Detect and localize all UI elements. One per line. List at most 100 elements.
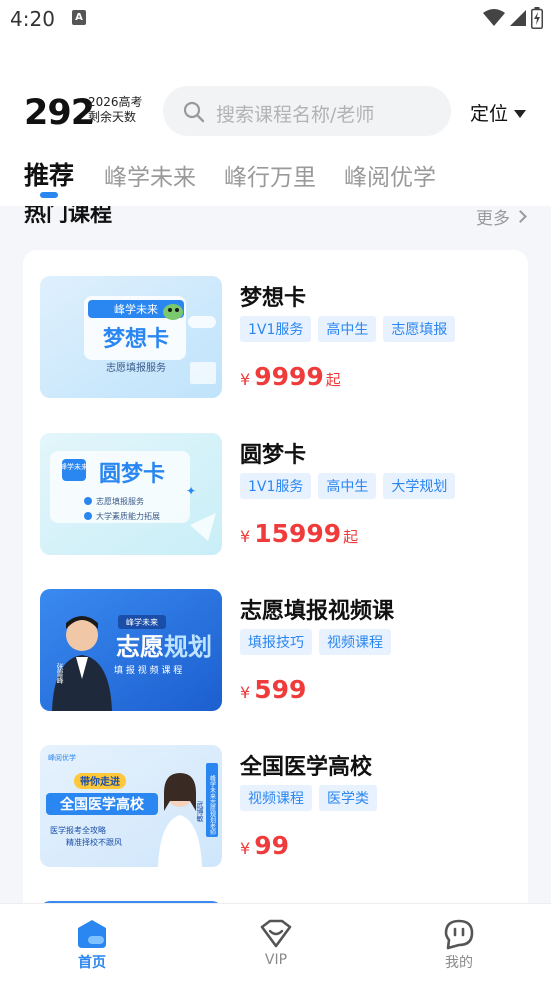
status-bar: 4:20 A	[0, 0, 551, 38]
fulfill-card-thumbnail: 峰学未来 圆梦卡 志愿填报服务 大学素质能力拓展 ✦	[40, 433, 222, 555]
thumb-sub: 志愿填报服务	[106, 361, 166, 374]
caret-down-icon	[514, 109, 527, 118]
course-tags: 1V1服务 高中生 志愿填报	[240, 316, 456, 342]
nav-profile[interactable]: 我的	[419, 918, 499, 972]
nav-label: 我的	[445, 955, 473, 971]
course-item-dream-card[interactable]: 峰学未来 梦想卡 志愿填报服务 梦想卡 1V1服务 高中生 志愿填报 ¥ 999…	[40, 276, 510, 398]
signal-icon	[510, 10, 526, 26]
thumb-headline: 梦想卡	[103, 326, 169, 352]
thumb-headline: 圆梦卡	[99, 461, 165, 487]
status-time: 4:20	[10, 7, 55, 31]
course-tag: 1V1服务	[240, 316, 312, 342]
thumb-headline: 全国医学高校	[59, 796, 145, 813]
category-tabs: 推荐 峰学未来 峰行万里 峰阅优学	[0, 152, 551, 204]
course-tag: 视频课程	[240, 785, 312, 811]
currency-symbol: ¥	[240, 527, 251, 546]
course-tags: 填报技巧 视频课程	[240, 629, 391, 655]
tab-recommend[interactable]: 推荐	[24, 156, 74, 192]
currency-symbol: ¥	[240, 683, 251, 702]
nav-label: 首页	[78, 955, 106, 971]
chevron-right-icon	[514, 210, 527, 223]
exam-countdown-days: 292	[24, 93, 95, 133]
dream-card-thumbnail: 峰学未来 梦想卡 志愿填报服务	[40, 276, 222, 398]
wifi-icon	[483, 9, 505, 26]
currency-symbol: ¥	[240, 839, 251, 858]
tab-fengyue-youxue[interactable]: 峰阅优学	[344, 158, 436, 192]
nav-label: VIP	[264, 952, 288, 968]
notification-icon: A	[72, 10, 86, 25]
nav-vip[interactable]: VIP	[236, 918, 316, 968]
thumb-brand: 峰学未来	[114, 302, 158, 316]
location-label: 定位	[470, 103, 509, 125]
svg-text:✦: ✦	[186, 484, 196, 498]
section-title: 热门课程	[24, 206, 113, 227]
course-tag: 填报技巧	[240, 629, 312, 655]
course-tag: 志愿填报	[383, 316, 456, 342]
course-tag: 高中生	[318, 473, 377, 499]
course-tags: 1V1服务 高中生 大学规划	[240, 473, 456, 499]
content-area[interactable]: 热门课程 更多 峰学未来 梦想卡 志愿填报服务 梦想卡 1V1服务 高中生 志愿…	[0, 206, 551, 903]
course-tag: 高中生	[318, 316, 377, 342]
course-thumbnail: 峰学未来 圆梦卡 志愿填报服务 大学素质能力拓展 ✦	[40, 433, 222, 555]
application-video-thumbnail: 张雷峰 峰学未来 志愿 规划 填 报 视 频 课 程	[40, 589, 222, 711]
course-tag: 大学规划	[383, 473, 456, 499]
thumb-headline-a: 志愿	[116, 633, 164, 661]
course-item-fulfill-card[interactable]: 峰学未来 圆梦卡 志愿填报服务 大学素质能力拓展 ✦ 圆梦卡 1V1服务 高中生…	[40, 433, 510, 555]
home-icon	[78, 920, 106, 948]
nav-home[interactable]: 首页	[52, 918, 132, 972]
thumb-brand: 峰学未来	[126, 617, 158, 627]
course-price: ¥ 599	[240, 675, 306, 704]
price-amount: 99	[254, 831, 289, 860]
course-price: ¥ 99	[240, 831, 289, 860]
course-item-application-video[interactable]: 张雷峰 峰学未来 志愿 规划 填 报 视 频 课 程 志愿填报视频课 填报技巧 …	[40, 589, 510, 711]
location-button[interactable]: 定位	[470, 99, 527, 126]
currency-symbol: ¥	[240, 370, 251, 389]
medical-colleges-thumbnail: 峰阅优学 带你走进 全国医学高校 医学报考全攻略 精准择校不跟风 峰学未来志愿规…	[40, 745, 222, 867]
thumb-headline-b: 规划	[164, 633, 212, 661]
course-item-medical-colleges[interactable]: 峰阅优学 带你走进 全国医学高校 医学报考全攻略 精准择校不跟风 峰学未来志愿规…	[40, 745, 510, 867]
course-price: ¥ 15999 起	[240, 519, 358, 548]
price-suffix: 起	[343, 528, 359, 546]
profile-icon	[444, 919, 474, 950]
thumb-teacher: 武博敏	[196, 800, 204, 823]
course-tag: 视频课程	[319, 629, 391, 655]
thumb-banner: 带你走进	[80, 775, 120, 788]
course-list: 峰学未来 梦想卡 志愿填报服务 梦想卡 1V1服务 高中生 志愿填报 ¥ 999…	[23, 250, 528, 903]
course-title: 全国医学高校	[240, 755, 373, 780]
exam-countdown-label: 2026高考 剩余天数	[88, 95, 143, 125]
more-link[interactable]: 更多	[476, 206, 527, 229]
tab-fengxue-future[interactable]: 峰学未来	[104, 158, 196, 192]
course-thumbnail: 张雷峰 峰学未来 志愿 规划 填 报 视 频 课 程	[40, 589, 222, 711]
countdown-line-1: 2026高考	[88, 95, 143, 109]
course-thumbnail: 峰学未来 梦想卡 志愿填报服务	[40, 276, 222, 398]
tab-fengxing-wanli[interactable]: 峰行万里	[224, 158, 316, 192]
more-label: 更多	[476, 209, 510, 229]
course-tag: 医学类	[319, 785, 377, 811]
search-icon	[183, 101, 205, 123]
course-thumbnail: 峰阅优学 带你走进 全国医学高校 医学报考全攻略 精准择校不跟风 峰学未来志愿规…	[40, 745, 222, 867]
price-amount: 9999	[254, 362, 324, 391]
thumb-sub: 填 报 视 频 课 程	[114, 664, 182, 676]
search-input[interactable]: 搜索课程名称/老师	[163, 86, 451, 136]
header: 292 2026高考 剩余天数 搜索课程名称/老师 定位	[0, 84, 551, 140]
thumb-line-2: 精准择校不跟风	[66, 837, 122, 847]
price-suffix: 起	[325, 371, 341, 389]
thumb-line-2: 大学素质能力拓展	[96, 511, 160, 521]
course-title: 梦想卡	[240, 286, 307, 311]
course-title: 志愿填报视频课	[240, 599, 395, 624]
course-title: 圆梦卡	[240, 443, 307, 468]
vip-icon	[260, 919, 292, 948]
bottom-nav: 首页 VIP 我的	[0, 903, 551, 981]
course-price: ¥ 9999 起	[240, 362, 341, 391]
price-amount: 15999	[254, 519, 342, 548]
countdown-line-2: 剩余天数	[88, 110, 137, 124]
course-tag: 1V1服务	[240, 473, 312, 499]
thumb-brand: 峰学未来	[60, 462, 88, 471]
app-screen: 4:20 A 292 2026高考 剩余天数 搜索课程名称/老师 定位 推荐 峰…	[0, 0, 551, 981]
thumb-line-1: 志愿填报服务	[96, 496, 144, 506]
thumb-line-1: 医学报考全攻略	[50, 825, 106, 835]
course-tags: 视频课程 医学类	[240, 785, 377, 811]
thumb-side: 峰学未来志愿规划老师	[209, 774, 216, 836]
search-placeholder: 搜索课程名称/老师	[216, 104, 375, 126]
battery-icon	[531, 7, 543, 29]
